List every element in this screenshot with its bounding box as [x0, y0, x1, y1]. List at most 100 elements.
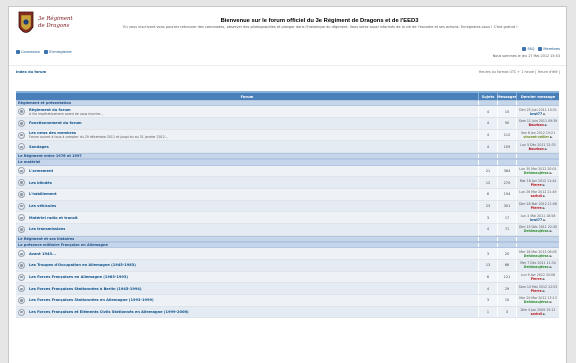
forum-cell: Les Forces Françaises Stationnées à Berl…	[16, 283, 478, 294]
forum-text: Sondages	[29, 145, 49, 149]
forum-link[interactable]: L'armement	[29, 169, 53, 173]
go-to-post-icon[interactable]: ►	[545, 147, 548, 151]
forum-row: Matériel radio et transit 3 17 Lun 2 Mai 20…	[16, 212, 559, 225]
category-title: La présence militaire Française en Allem…	[18, 243, 108, 248]
go-to-post-icon[interactable]: ►	[543, 218, 546, 222]
go-to-post-icon[interactable]: ►	[550, 300, 553, 304]
last-post-author[interactable]: Dehimaujérsa	[524, 254, 549, 258]
forum-read-icon	[18, 296, 25, 304]
go-to-post-icon[interactable]: ►	[543, 277, 546, 281]
forum-link[interactable]: Les Forces Françaises Stationnées en All…	[29, 298, 154, 302]
last-post-author-line: Bourbon►	[529, 147, 548, 151]
faq-icon	[522, 47, 527, 51]
forum-link[interactable]: Les Forces Françaises en Allemagne (1983…	[29, 275, 128, 279]
last-post-author[interactable]: Dehimaujérsa	[524, 300, 549, 304]
category-fill	[478, 101, 497, 106]
last-post-author[interactable]: sarhdi	[531, 312, 542, 316]
members-link[interactable]: Membres	[538, 47, 560, 51]
forum-cell: Les Forces Françaises en Allemagne (1983…	[16, 272, 478, 283]
post-count: 270	[497, 177, 516, 189]
site-logo[interactable]: 3e Régiment de Dragons	[16, 10, 76, 42]
go-to-post-icon[interactable]: ►	[550, 171, 553, 175]
topic-count: 4	[478, 117, 497, 129]
last-post-author[interactable]: vincent-cellier	[523, 135, 549, 139]
faq-link[interactable]: FAQ	[522, 47, 534, 51]
post-count: 194	[497, 189, 516, 200]
topic-count: 6	[478, 271, 497, 283]
go-to-post-icon[interactable]: ►	[550, 135, 553, 139]
forum-link[interactable]: Les transmissions	[29, 227, 65, 231]
forum-read-icon	[18, 143, 25, 151]
forum-link[interactable]: Les blindés	[29, 181, 52, 185]
last-post-author[interactable]: brut77	[530, 112, 542, 116]
forum-read-icon	[18, 131, 25, 139]
topic-count: 4	[478, 129, 497, 141]
forum-cell: Fonctionnement du forum	[16, 118, 478, 129]
last-post-author-line: Bourbon►	[529, 123, 548, 127]
last-post-author[interactable]: Pierre	[531, 206, 542, 210]
last-post-author-line: Pierre►	[531, 289, 546, 293]
last-post-author[interactable]: brut77	[530, 218, 542, 222]
last-post-author[interactable]: Dehimaujérsa	[524, 229, 549, 233]
forum-description: Forum ouvert à tous à compter du 29 déce…	[29, 135, 168, 140]
last-post: Lun 9 Avr 2012 20:08 Pierre►	[516, 271, 559, 283]
go-to-post-icon[interactable]: ►	[550, 229, 553, 233]
forum-text: Avant 1945...	[29, 252, 56, 256]
forum-link[interactable]: Sondages	[29, 145, 49, 149]
last-post-author-line: Pierre►	[531, 183, 546, 187]
category-fill	[497, 154, 516, 159]
last-post-author[interactable]: Pierre	[531, 277, 542, 281]
category-fill	[516, 236, 559, 242]
category-fill	[497, 243, 516, 248]
register-link[interactable]: S'enregistrer	[44, 50, 72, 54]
go-to-post-icon[interactable]: ►	[543, 183, 546, 187]
forum-row: Les blindés 12 270 Mar 18 Avr 2012 11:44 Pie…	[16, 177, 559, 190]
go-to-post-icon[interactable]: ►	[543, 112, 546, 116]
last-post: Mer 7 Déc 2011 11:34 Dehimaujérsa►	[516, 260, 559, 271]
last-post-author[interactable]: Pierre	[531, 183, 542, 187]
last-post-author[interactable]: sarhdi	[531, 194, 542, 198]
forum-link[interactable]: Les Forces Françaises Stationnées à Berl…	[29, 287, 142, 291]
forum-text: Les Forces Françaises et Éléments Civils…	[29, 310, 189, 314]
forum-link[interactable]: Avant 1945...	[29, 252, 56, 256]
last-post-author[interactable]: Bourbon	[529, 147, 544, 151]
last-post-author-line: sarhdi►	[531, 312, 546, 316]
forum-row: Fonctionnement du forum 4 90 Sam 11 Juin 20…	[16, 117, 559, 130]
go-to-post-icon[interactable]: ►	[543, 206, 546, 210]
forum-link[interactable]: Matériel radio et transit	[29, 216, 78, 220]
breadcrumb: Index du forum Heures au format UTC + 1 …	[9, 65, 566, 79]
last-post: Lun 2 Mai 2011 18:58 brut77►	[516, 212, 559, 224]
go-to-post-icon[interactable]: ►	[545, 123, 548, 127]
forum-link[interactable]: Les Forces Françaises et Éléments Civils…	[29, 310, 189, 314]
forum-link[interactable]: Fonctionnement du forum	[29, 121, 82, 125]
forum-cell: L'habillement	[16, 189, 478, 200]
forum-read-icon	[18, 108, 25, 116]
forum-link[interactable]: Les Troupes d'Occupation en Allemagne (1…	[29, 263, 136, 267]
last-post-author[interactable]: Dehimaujérsa	[524, 265, 549, 269]
last-post-author[interactable]: Dehimaujérsa	[524, 171, 549, 175]
forum-link[interactable]: L'habillement	[29, 192, 57, 196]
category-fill	[478, 243, 497, 248]
members-icon	[538, 47, 543, 51]
last-post: Mar 20 Mar 2012 13:13 Dehimaujérsa►	[516, 295, 559, 306]
timezone-info: Heures au format UTC + 1 heure [ Heure d…	[478, 70, 560, 74]
go-to-post-icon[interactable]: ►	[543, 312, 546, 316]
last-post: Dim 25 Juin 2011 10:31 brut77►	[516, 106, 559, 117]
forum-cell: Les transmissions	[16, 224, 478, 235]
forum-link[interactable]: Les véhicules	[29, 204, 56, 208]
last-post-author[interactable]: Bourbon	[529, 123, 544, 127]
login-link[interactable]: Connexion	[16, 50, 40, 54]
last-post-author-line: Dehimaujérsa►	[524, 171, 552, 175]
login-label: Connexion	[21, 50, 41, 54]
post-count: 71	[497, 224, 516, 235]
last-post-author-line: brut77►	[530, 112, 546, 116]
last-post-author[interactable]: Pierre	[531, 289, 542, 293]
go-to-post-icon[interactable]: ►	[543, 289, 546, 293]
go-to-post-icon[interactable]: ►	[550, 265, 553, 269]
go-to-post-icon[interactable]: ►	[550, 254, 553, 258]
site-title: Bienvenue sur le forum officiel du 3e Ré…	[220, 18, 419, 24]
forum-row: Sondages 4 109 Lun 5 Déc 2011 22:33 Bourbon►	[16, 141, 559, 154]
topic-count: 4	[478, 224, 497, 235]
forum-index-link[interactable]: Index du forum	[16, 70, 46, 74]
go-to-post-icon[interactable]: ►	[543, 194, 546, 198]
